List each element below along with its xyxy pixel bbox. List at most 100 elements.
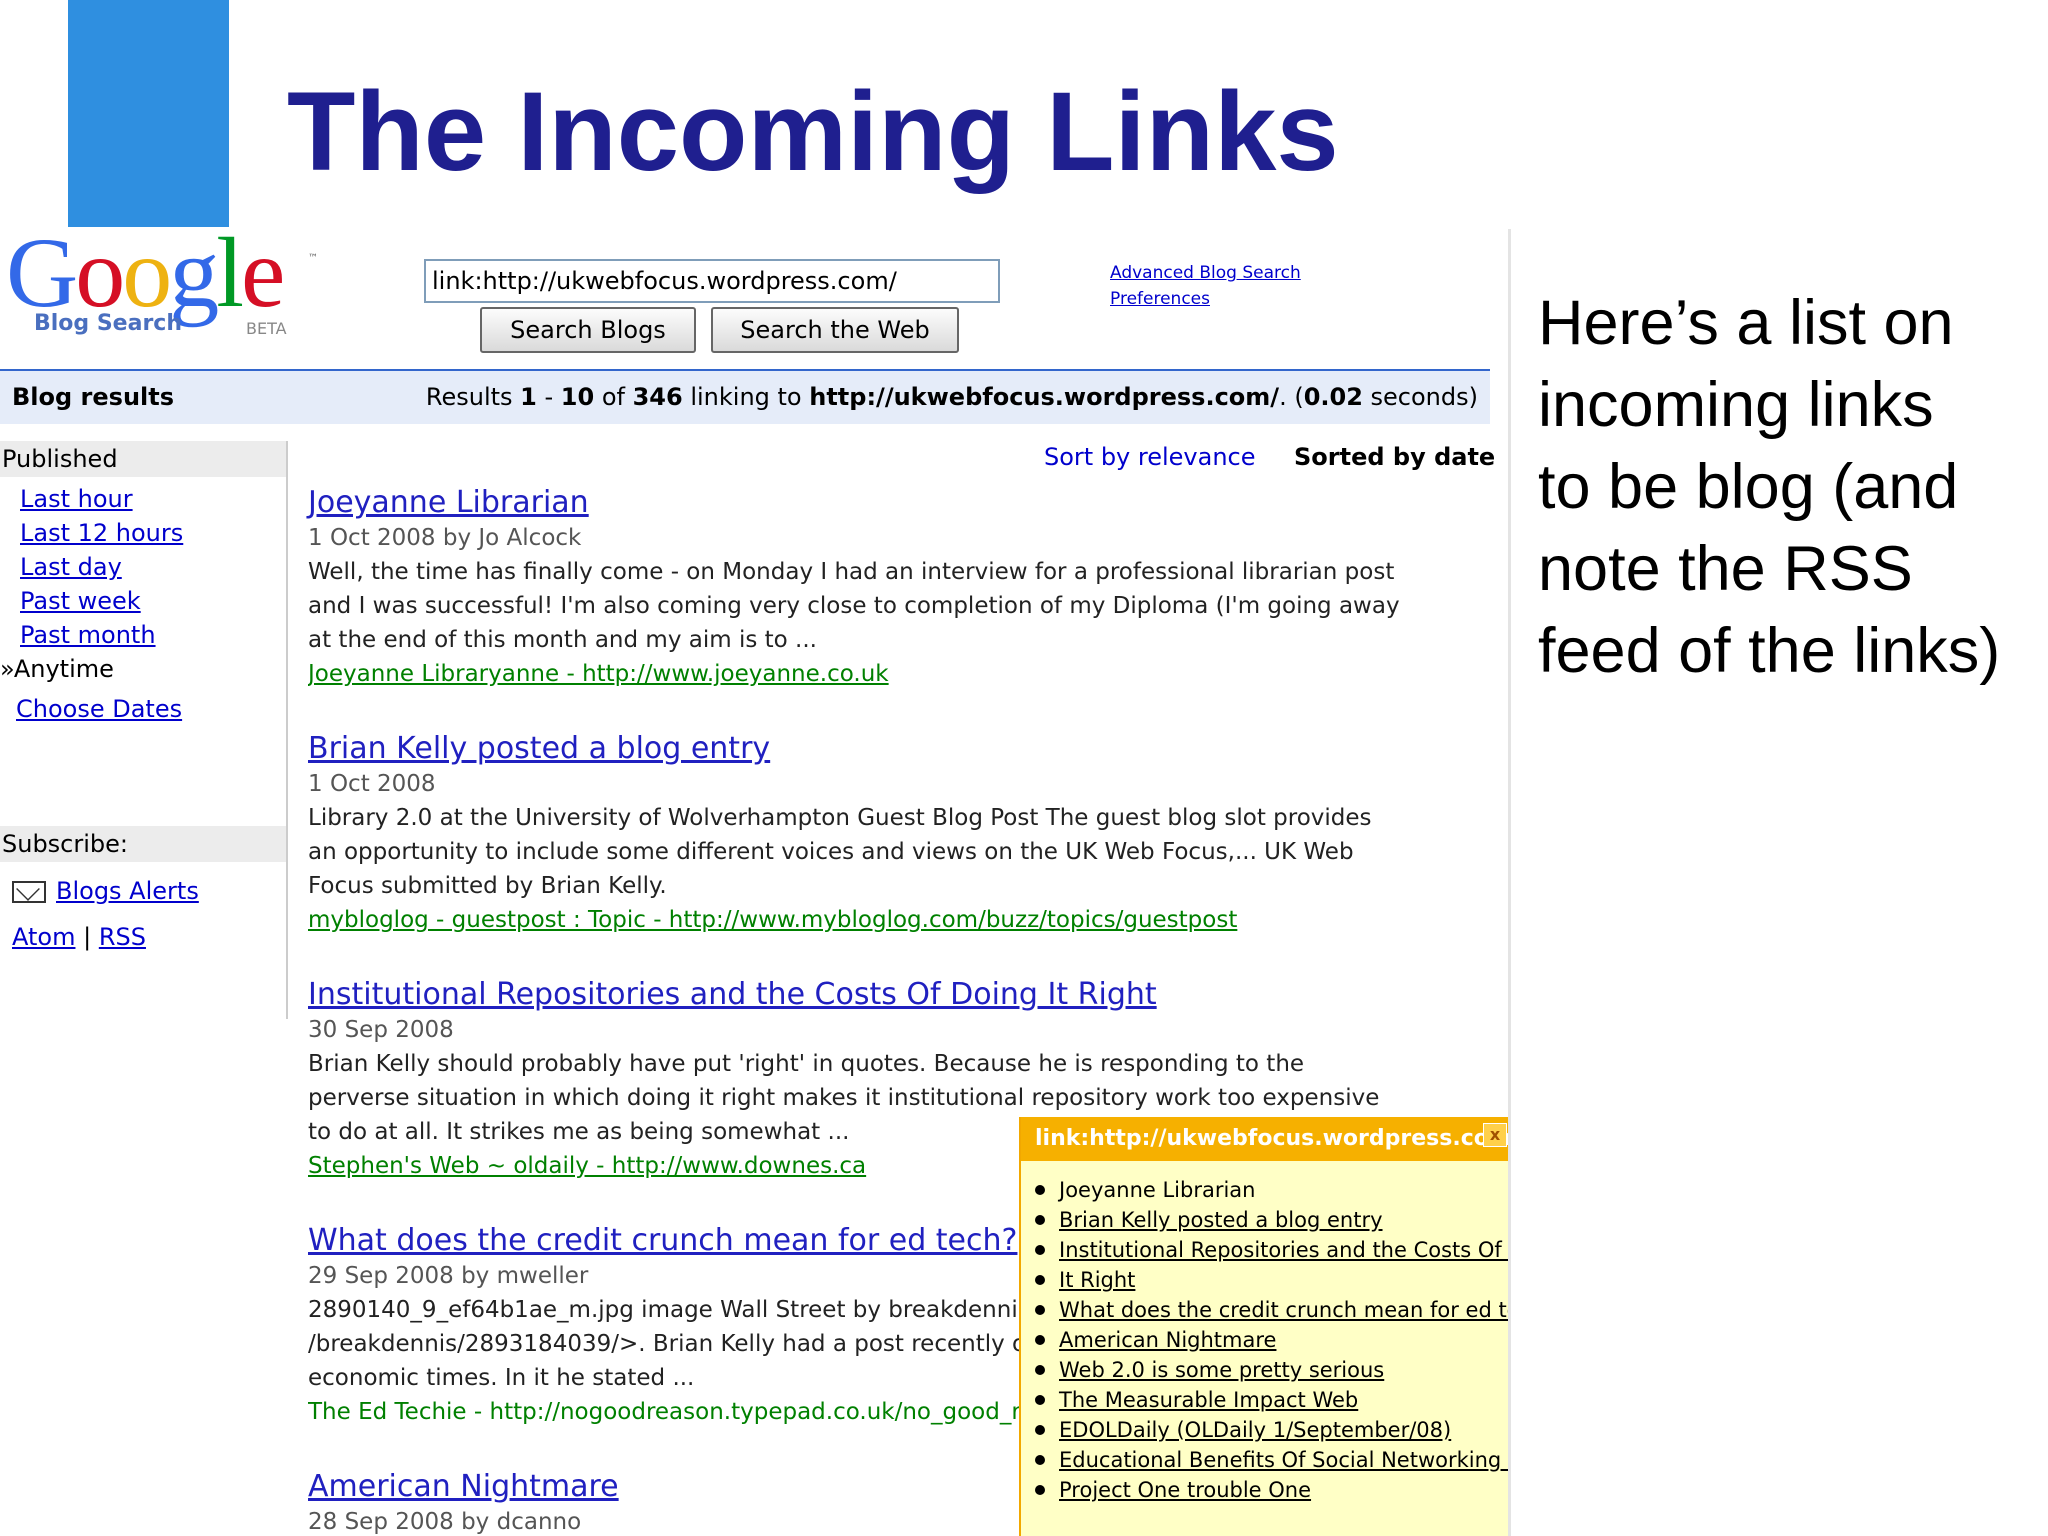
result-meta: 30 Sep 2008: [308, 1017, 454, 1043]
result-source-link[interactable]: Joeyanne Libraryanne - http://www.joeyan…: [308, 657, 1488, 691]
stats-time: 0.02: [1303, 383, 1363, 411]
logo-beta: BETA: [246, 319, 287, 338]
feed-item[interactable]: Educational Benefits Of Social Networkin…: [1029, 1445, 1509, 1475]
result-snippet: an opportunity to include some different…: [308, 839, 1354, 865]
published-heading: Published: [0, 441, 286, 477]
feed-item-label: What does the credit crunch mean for ed …: [1059, 1298, 1509, 1322]
filter-last-day[interactable]: Last day: [20, 553, 122, 581]
logo-tm: ™: [308, 253, 318, 264]
feed-item-label: Institutional Repositories and the Costs…: [1059, 1238, 1509, 1262]
stats-text: of: [594, 383, 633, 411]
result-item: Joeyanne Librarian 1 Oct 2008 by Jo Alco…: [308, 485, 1488, 691]
caption-line: feed of the links): [1538, 616, 2001, 686]
caption-line: Here’s a list on: [1538, 288, 1954, 358]
result-source-link[interactable]: mybloglog - guestpost : Topic - http://w…: [308, 903, 1488, 937]
feed-item-label: American Nightmare: [1059, 1328, 1277, 1352]
feed-item[interactable]: What does the credit crunch mean for ed …: [1029, 1295, 1509, 1325]
stats-text: -: [536, 383, 561, 411]
result-meta: 1 Oct 2008: [308, 771, 436, 797]
stats-target: http://ukwebfocus.wordpress.com/: [809, 383, 1280, 411]
caption-line: to be blog (and: [1538, 452, 1959, 522]
result-snippet: Brian Kelly should probably have put 'ri…: [308, 1051, 1305, 1077]
result-snippet: Well, the time has finally come - on Mon…: [308, 559, 1395, 585]
logo-letter: l: [216, 229, 244, 328]
filter-last-12-hours[interactable]: Last 12 hours: [20, 519, 183, 547]
feed-item[interactable]: Web 2.0 is some pretty serious: [1029, 1355, 1509, 1385]
popup-header: link:http://ukwebfocus.wordpress.com/ x: [1021, 1117, 1509, 1161]
results-label: Blog results: [12, 383, 175, 411]
logo-letter: e: [241, 229, 285, 328]
feed-item[interactable]: Project One trouble One: [1029, 1475, 1509, 1505]
feed-links: Atom | RSS: [12, 923, 146, 951]
caption-line: note the RSS: [1538, 534, 1913, 604]
feed-item-list: Joeyanne Librarian Brian Kelly posted a …: [1021, 1161, 1509, 1505]
feed-item[interactable]: The Measurable Impact Web: [1029, 1385, 1509, 1415]
stats-total: 346: [632, 383, 683, 411]
google-blog-search-logo[interactable]: Google ™ Blog Search BETA: [6, 229, 326, 349]
close-icon[interactable]: x: [1483, 1123, 1507, 1147]
result-snippet: perverse situation in which doing it rig…: [308, 1085, 1380, 1111]
feed-item-label: Brian Kelly posted a blog entry: [1059, 1208, 1383, 1232]
accent-bar: [68, 0, 229, 227]
popup-title: link:http://ukwebfocus.wordpress.com/: [1035, 1126, 1509, 1151]
result-title-link[interactable]: Brian Kelly posted a blog entry: [308, 731, 1488, 767]
result-snippet: and I was successful! I'm also coming ve…: [308, 593, 1400, 619]
blog-alerts-link[interactable]: Blogs Alerts: [56, 877, 199, 905]
caption-line: incoming links: [1538, 370, 1934, 440]
feed-item[interactable]: American Nightmare: [1029, 1325, 1509, 1355]
search-blogs-button[interactable]: Search Blogs: [480, 307, 696, 353]
feed-separator: |: [75, 923, 99, 951]
blog-search-screenshot: Google ™ Blog Search BETA Search Blogs S…: [0, 229, 1510, 1536]
atom-link[interactable]: Atom: [12, 923, 75, 951]
rss-link[interactable]: RSS: [99, 923, 146, 951]
stats-start: 1: [520, 383, 537, 411]
results-bar: Blog results Results 1 - 10 of 346 linki…: [0, 369, 1490, 424]
choose-dates-link[interactable]: Choose Dates: [16, 695, 182, 723]
stats-text: Results: [425, 383, 521, 411]
feed-item-label: Project One trouble One: [1059, 1478, 1312, 1502]
stats-end: 10: [560, 383, 595, 411]
feed-item-continued[interactable]: It Right: [1029, 1265, 1509, 1295]
result-item: Brian Kelly posted a blog entry 1 Oct 20…: [308, 731, 1488, 937]
feed-item[interactable]: EDOLDaily (OLDaily 1/September/08): [1029, 1415, 1509, 1445]
feed-item-label: Joeyanne Librarian: [1059, 1178, 1256, 1202]
filter-past-month[interactable]: Past month: [20, 621, 156, 649]
search-input[interactable]: [424, 259, 1000, 303]
logo-subtitle: Blog Search: [34, 311, 182, 336]
filter-last-hour[interactable]: Last hour: [20, 485, 133, 513]
feed-item-label: The Measurable Impact Web: [1059, 1388, 1359, 1412]
mail-icon: [12, 881, 46, 903]
slide-caption: Here’s a list on incoming links to be bl…: [1538, 282, 2038, 692]
result-meta: 1 Oct 2008 by Jo Alcock: [308, 525, 582, 551]
feed-item[interactable]: Brian Kelly posted a blog entry: [1029, 1205, 1509, 1235]
filter-anytime-label: Anytime: [13, 655, 114, 683]
result-snippet: Focus submitted by Brian Kelly.: [308, 873, 667, 899]
slide-title: The Incoming Links: [287, 69, 1339, 194]
stats-text: seconds): [1362, 383, 1478, 411]
sidebar: Published Last hour Last 12 hours Last d…: [0, 441, 288, 1019]
feed-item-label: Web 2.0 is some pretty serious: [1059, 1358, 1385, 1382]
search-web-button[interactable]: Search the Web: [711, 307, 959, 353]
result-snippet: at the end of this month and my aim is t…: [308, 627, 817, 653]
feed-item[interactable]: Institutional Repositories and the Costs…: [1029, 1235, 1509, 1265]
preferences-link[interactable]: Preferences: [1110, 289, 1210, 309]
logo-wordmark: Google: [6, 229, 285, 323]
screenshot-edge: [1508, 229, 1511, 1536]
feed-item-label: Educational Benefits Of Social Networkin…: [1059, 1448, 1509, 1472]
result-title-link[interactable]: Joeyanne Librarian: [308, 485, 1488, 521]
stats-text: . (: [1279, 383, 1304, 411]
feed-item[interactable]: Joeyanne Librarian: [1029, 1175, 1509, 1205]
feed-preview-popup: link:http://ukwebfocus.wordpress.com/ x …: [1019, 1117, 1509, 1536]
results-stats: Results 1 - 10 of 346 linking to http://…: [426, 383, 1478, 411]
feed-item-label: EDOLDaily (OLDaily 1/September/08): [1059, 1418, 1452, 1442]
result-title-link[interactable]: Institutional Repositories and the Costs…: [308, 977, 1488, 1013]
stats-text: linking to: [682, 383, 810, 411]
sorted-by-date-label: Sorted by date: [1294, 443, 1496, 471]
filter-past-week[interactable]: Past week: [20, 587, 141, 615]
sort-by-relevance-link[interactable]: Sort by relevance: [1044, 443, 1256, 471]
subscribe-heading: Subscribe:: [0, 826, 286, 862]
advanced-search-link[interactable]: Advanced Blog Search: [1110, 263, 1301, 283]
filter-anytime: »Anytime: [0, 655, 114, 683]
feed-item-label: It Right: [1059, 1268, 1136, 1292]
result-snippet: Library 2.0 at the University of Wolverh…: [308, 805, 1372, 831]
